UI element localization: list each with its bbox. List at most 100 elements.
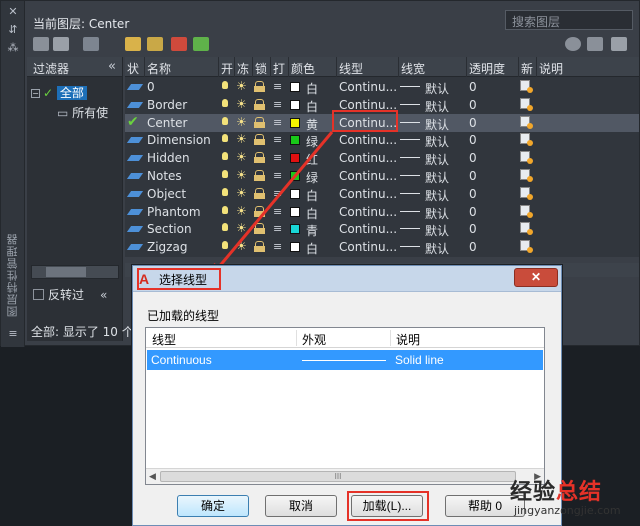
plot-printer-icon[interactable]: ≡	[273, 151, 282, 164]
layer-row[interactable]: Hidden ☀ ≡ 红 Continu... 默认 0	[125, 149, 639, 167]
plot-printer-icon[interactable]: ≡	[273, 240, 282, 253]
layer-row[interactable]: Section ☀ ≡ 青 Continu... 默认 0	[125, 220, 639, 238]
layer-on-bulb-icon[interactable]	[222, 205, 228, 214]
filter-tree-all[interactable]: − ✓ 全部	[31, 84, 87, 101]
unlock-icon[interactable]	[254, 223, 265, 235]
gear-icon[interactable]	[611, 37, 627, 51]
layer-on-bulb-icon[interactable]	[222, 170, 228, 178]
layer-row[interactable]: 0 ☀ ≡ 白 Continu... 默认 0	[125, 78, 639, 96]
layer-transparency[interactable]: 0	[469, 116, 477, 130]
unlock-icon[interactable]	[254, 98, 265, 110]
color-swatch[interactable]	[290, 117, 300, 128]
layer-transparency[interactable]: 0	[469, 80, 477, 94]
layer-lineweight[interactable]: 默认	[425, 169, 449, 186]
layer-on-bulb-icon[interactable]	[222, 98, 228, 107]
ok-button[interactable]: 确定	[177, 495, 249, 517]
close-palette-icon[interactable]: ✕	[6, 5, 20, 19]
layer-on-bulb-icon[interactable]	[222, 187, 228, 196]
layer-lineweight[interactable]: 默认	[425, 80, 449, 97]
new-vp-frozen-layer-icon[interactable]	[147, 37, 163, 51]
layer-linetype[interactable]: Continu...	[339, 240, 397, 254]
color-swatch[interactable]	[290, 224, 300, 235]
layer-name[interactable]: Hidden	[147, 151, 190, 165]
freeze-sun-icon[interactable]: ☀	[236, 115, 247, 129]
layer-name[interactable]: Dimension	[147, 133, 211, 147]
col-appearance[interactable]: 外观	[302, 331, 326, 348]
scroll-left-icon[interactable]: ◀	[149, 471, 156, 482]
layer-color-name[interactable]: 白	[306, 205, 318, 222]
set-current-icon[interactable]	[193, 37, 209, 51]
col-freeze[interactable]: 冻	[237, 60, 249, 77]
layer-lineweight[interactable]: 默认	[425, 98, 449, 115]
layer-color-name[interactable]: 白	[306, 240, 318, 257]
col-description[interactable]: 说明	[539, 60, 563, 77]
new-vp-freeze-icon[interactable]	[520, 222, 533, 236]
filter-scrollbar[interactable]	[31, 265, 119, 279]
plot-printer-icon[interactable]: ≡	[273, 169, 282, 182]
layer-name[interactable]: Center	[147, 116, 187, 130]
new-vp-freeze-icon[interactable]	[520, 186, 533, 200]
col-name[interactable]: 名称	[147, 60, 171, 77]
unlock-icon[interactable]	[254, 152, 265, 164]
freeze-sun-icon[interactable]: ☀	[236, 79, 247, 93]
plot-printer-icon[interactable]: ≡	[273, 222, 282, 235]
pin-icon[interactable]: ⇵	[6, 23, 20, 37]
freeze-sun-icon[interactable]: ☀	[236, 168, 247, 182]
layer-row[interactable]: Zigzag ☀ ≡ 白 Continu... 默认 0	[125, 238, 639, 256]
layer-lineweight[interactable]: 默认	[425, 240, 449, 257]
layer-lineweight[interactable]: 默认	[425, 116, 449, 133]
scroll-thumb[interactable]: III	[160, 471, 516, 482]
layer-transparency[interactable]: 0	[469, 133, 477, 147]
col-description[interactable]: 说明	[396, 331, 420, 348]
color-swatch[interactable]	[290, 153, 300, 164]
freeze-sun-icon[interactable]: ☀	[236, 186, 247, 200]
layer-lineweight[interactable]: 默认	[425, 222, 449, 239]
plot-printer-icon[interactable]: ≡	[273, 98, 282, 111]
col-on[interactable]: 开	[221, 60, 233, 77]
layer-transparency[interactable]: 0	[469, 151, 477, 165]
layer-color-name[interactable]: 青	[306, 222, 318, 239]
new-vp-freeze-icon[interactable]	[520, 115, 533, 129]
layer-row[interactable]: Phantom ☀ ≡ 白 Continu... 默认 0	[125, 203, 639, 221]
properties-icon[interactable]: ⁂	[6, 41, 20, 55]
new-property-filter-icon[interactable]	[33, 37, 49, 51]
layer-color-name[interactable]: 绿	[306, 133, 318, 150]
layer-row[interactable]: Dimension ☀ ≡ 绿 Continu... 默认 0	[125, 131, 639, 149]
layer-linetype[interactable]: Continu...	[339, 205, 397, 219]
freeze-sun-icon[interactable]: ☀	[236, 204, 247, 218]
color-swatch[interactable]	[290, 99, 300, 110]
scroll-thumb[interactable]	[46, 267, 86, 277]
col-transparency[interactable]: 透明度	[469, 60, 505, 77]
new-vp-freeze-icon[interactable]	[520, 240, 533, 254]
col-status[interactable]: 状	[127, 60, 139, 77]
freeze-sun-icon[interactable]: ☀	[236, 97, 247, 111]
collapse-filter-icon[interactable]: «	[100, 288, 107, 302]
layer-row[interactable]: Object ☀ ≡ 白 Continu... 默认 0	[125, 185, 639, 203]
plot-printer-icon[interactable]: ≡	[273, 116, 282, 129]
col-linetype[interactable]: 线型	[339, 60, 363, 77]
unlock-icon[interactable]	[254, 241, 265, 253]
new-group-filter-icon[interactable]	[53, 37, 69, 51]
layer-states-icon[interactable]	[83, 37, 99, 51]
invert-filter-checkbox[interactable]	[33, 289, 44, 300]
new-vp-freeze-icon[interactable]	[520, 80, 533, 93]
layer-color-name[interactable]: 白	[306, 98, 318, 115]
layer-transparency[interactable]: 0	[469, 187, 477, 201]
filter-tree-all-used[interactable]: ▭ 所有使	[57, 104, 108, 121]
freeze-sun-icon[interactable]: ☀	[236, 150, 247, 164]
layer-color-name[interactable]: 白	[306, 187, 318, 204]
layer-transparency[interactable]: 0	[469, 240, 477, 254]
layer-on-bulb-icon[interactable]	[222, 81, 228, 89]
layer-color-name[interactable]: 红	[306, 151, 318, 168]
color-swatch[interactable]	[290, 206, 300, 217]
layer-transparency[interactable]: 0	[469, 222, 477, 236]
unlock-icon[interactable]	[254, 81, 265, 92]
color-swatch[interactable]	[290, 171, 300, 181]
freeze-sun-icon[interactable]: ☀	[236, 239, 247, 253]
layer-lineweight[interactable]: 默认	[425, 133, 449, 150]
layer-color-name[interactable]: 黄	[306, 116, 318, 133]
unlock-icon[interactable]	[254, 205, 265, 217]
layer-name[interactable]: Object	[147, 187, 186, 201]
unlock-icon[interactable]	[254, 134, 265, 146]
layer-color-name[interactable]: 白	[306, 80, 318, 97]
